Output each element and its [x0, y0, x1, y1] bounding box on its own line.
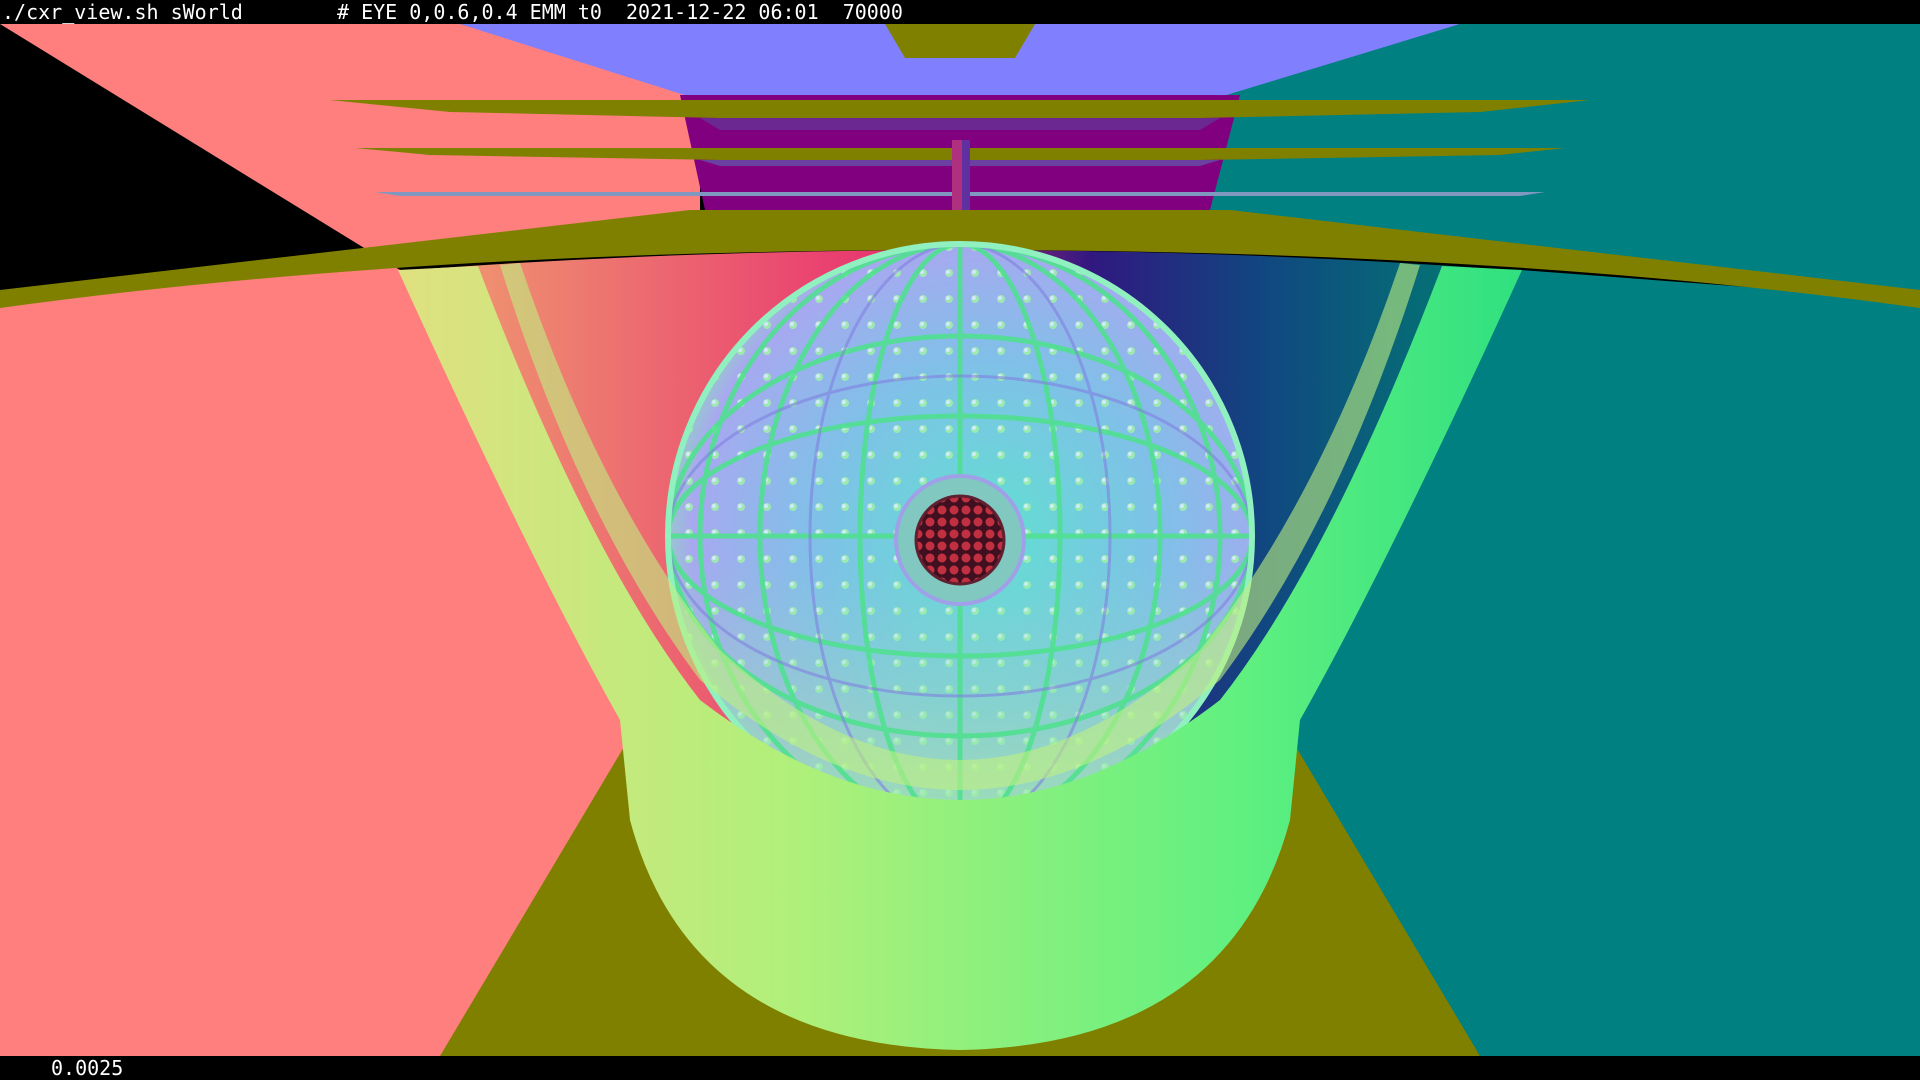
- plate-1-rim: [700, 118, 1220, 130]
- central-pmt-cluster: [894, 474, 1026, 606]
- title-bar: ./cxr_view.sh sWorld # EYE 0,0.6,0.4 EMM…: [0, 0, 1920, 24]
- view-status-label: # EYE 0,0.6,0.4 EMM t0 2021-12-22 06:01 …: [337, 0, 903, 24]
- ceiling-block: [885, 24, 1035, 58]
- scene-canvas[interactable]: [0, 24, 1920, 1056]
- status-bar: 0.0025: [0, 1056, 1920, 1080]
- status-value: 0.0025: [51, 1056, 124, 1080]
- command-label: ./cxr_view.sh sWorld: [2, 0, 243, 24]
- render-viewport[interactable]: [0, 24, 1920, 1056]
